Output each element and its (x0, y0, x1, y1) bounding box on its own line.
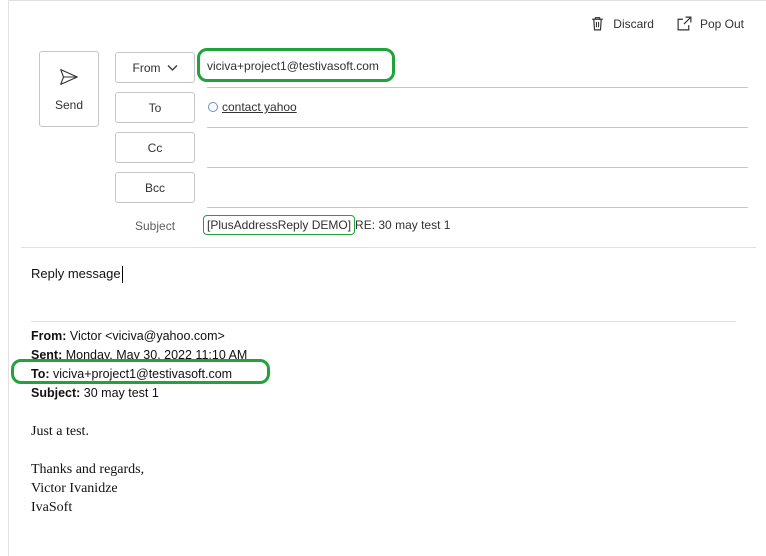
from-field-line (207, 87, 748, 88)
subject-input[interactable]: [PlusAddressReply DEMO] RE: 30 may test … (203, 215, 450, 235)
to-label: To (148, 100, 162, 115)
quoted-subject: Subject: 30 may test 1 (31, 386, 159, 400)
message-body[interactable]: Reply message (31, 266, 123, 284)
bcc-button[interactable]: Bcc (115, 172, 195, 203)
from-address[interactable]: viciva+project1@testivasoft.com (207, 59, 379, 73)
cc-field-line (207, 167, 748, 168)
popout-button[interactable]: Pop Out (676, 15, 744, 32)
discard-button[interactable]: Discard (589, 15, 654, 32)
popout-label: Pop Out (699, 16, 744, 31)
send-label: Send (54, 98, 84, 112)
quoted-line-1: Just a test. (31, 424, 89, 439)
to-button[interactable]: To (115, 92, 195, 123)
subject-text: RE: 30 may test 1 (355, 218, 451, 232)
bcc-label: Bcc (144, 180, 165, 195)
from-button[interactable]: From (115, 52, 195, 83)
popout-icon (677, 16, 692, 31)
compose-toolbar: Discard Pop Out (589, 15, 744, 32)
cc-label: Cc (147, 140, 163, 155)
trash-icon (592, 17, 604, 31)
to-field-line (207, 127, 748, 128)
chevron-down-icon (167, 64, 177, 71)
quoted-from: From: Victor <viciva@yahoo.com> (31, 329, 225, 343)
reply-text: Reply message (31, 266, 121, 281)
quoted-to: To: viciva+project1@testivasoft.com (31, 367, 233, 381)
subject-tag: [PlusAddressReply DEMO] (203, 215, 356, 235)
to-recipient[interactable]: contact yahoo (208, 100, 297, 114)
to-recipient-name: contact yahoo (222, 100, 297, 114)
compose-window: Discard Pop Out Send From viciva+project… (8, 0, 766, 556)
from-label: From (132, 60, 161, 75)
quoted-line-4: IvaSoft (31, 500, 73, 515)
bcc-field-line (207, 207, 748, 208)
quoted-line-2: Thanks and regards, (31, 462, 145, 477)
quote-divider (31, 321, 736, 322)
subject-label: Subject (135, 219, 176, 233)
send-icon (60, 69, 78, 85)
quoted-line-3: Victor Ivanidze (31, 481, 118, 496)
cc-button[interactable]: Cc (115, 132, 195, 163)
presence-icon (208, 102, 218, 112)
send-button[interactable]: Send (39, 51, 99, 127)
discard-label: Discard (613, 16, 654, 31)
header-divider (21, 247, 756, 248)
text-cursor (121, 266, 123, 284)
